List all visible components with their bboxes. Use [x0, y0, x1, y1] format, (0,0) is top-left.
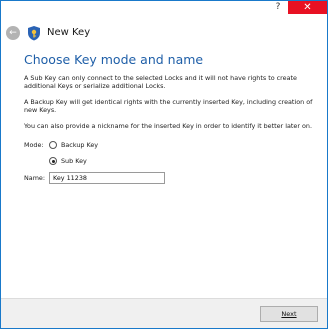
name-label: Name:: [24, 174, 46, 182]
wizard-content: Choose Key mode and name A Sub Key can o…: [24, 52, 315, 185]
close-button[interactable]: ✕: [288, 1, 327, 14]
backup-key-radio-circle[interactable]: [49, 141, 57, 149]
back-arrow-icon[interactable]: ←: [6, 26, 20, 40]
new-key-window: ? ✕ ← New Key Choose Key mode and name A…: [0, 0, 328, 329]
mode-row-backup: Mode: Backup Key: [24, 138, 315, 152]
next-button[interactable]: Next: [260, 306, 318, 322]
mode-label: Mode:: [24, 141, 44, 149]
wizard-footer: Next: [1, 298, 327, 328]
title-bar: ? ✕: [1, 1, 327, 14]
sub-key-radio-circle[interactable]: [49, 157, 57, 165]
name-field[interactable]: [49, 172, 165, 184]
backup-key-description: A Backup Key will get identical rights w…: [24, 98, 313, 114]
wizard-title: New Key: [47, 27, 91, 38]
sub-key-description: A Sub Key can only connect to the select…: [24, 74, 297, 90]
key-shield-icon: [28, 26, 40, 41]
backup-key-radio-label[interactable]: Backup Key: [61, 141, 98, 149]
nickname-description: You can also provide a nickname for the …: [24, 122, 312, 130]
help-button[interactable]: ?: [271, 1, 285, 14]
backup-key-radio[interactable]: Backup Key: [49, 138, 98, 152]
page-title: Choose Key mode and name: [24, 52, 204, 67]
wizard-header: ← New Key: [1, 23, 327, 43]
sub-key-radio-label[interactable]: Sub Key: [61, 157, 87, 165]
sub-key-radio[interactable]: Sub Key: [49, 154, 87, 168]
mode-row-sub: Sub Key: [24, 154, 315, 168]
next-button-label[interactable]: Next: [281, 310, 296, 318]
name-row: Name:: [24, 171, 315, 185]
